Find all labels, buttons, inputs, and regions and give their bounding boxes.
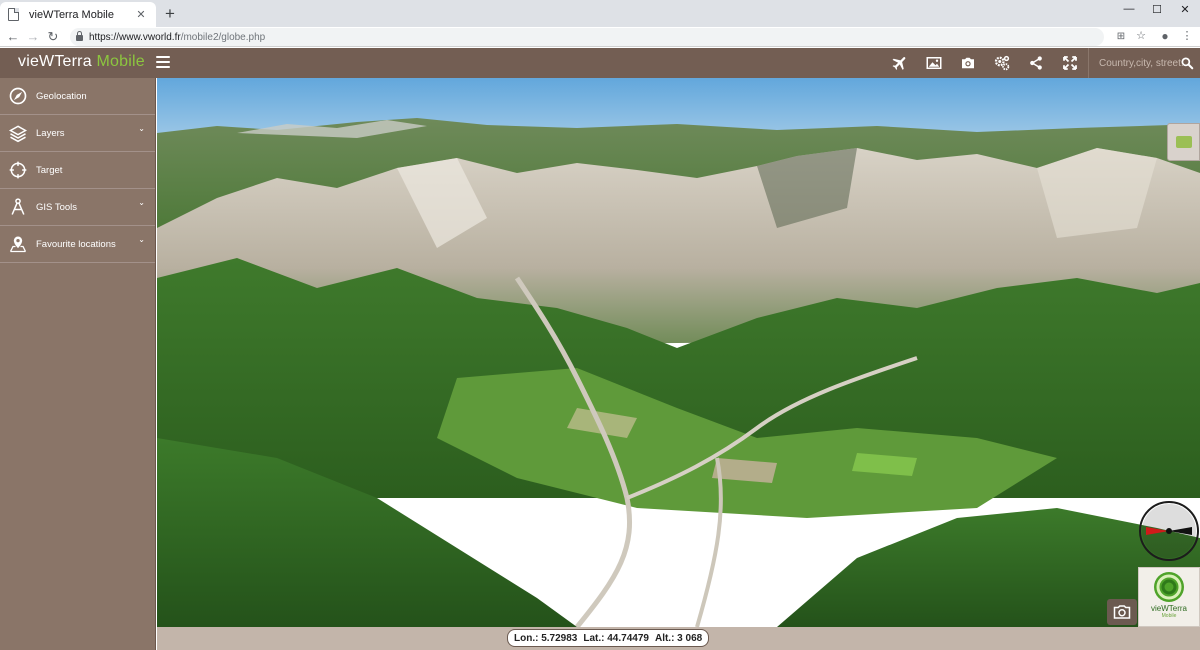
compass-rose-icon[interactable] [1138,500,1200,562]
sidebar-item-target[interactable]: Target [0,152,155,189]
settings-icon[interactable] [991,53,1013,73]
terrain-render[interactable] [157,78,1200,627]
url-host: https://www.vworld.fr [89,31,181,43]
browser-tab[interactable]: vieWTerra Mobile ✕ [0,2,156,27]
sidebar-item-label: GIS Tools [36,201,78,213]
sidebar-item-label: Target [36,164,63,176]
url-field[interactable]: https://www.vworld.fr /mobile2/globe.php [70,28,1104,46]
reload-icon[interactable]: ↻ [46,29,60,44]
logo-accent: Mobile [96,53,145,70]
bookmark-star-icon[interactable]: ☆ [1134,29,1148,44]
layers-icon [8,123,28,143]
profile-avatar-icon[interactable]: ● [1158,29,1172,44]
back-icon[interactable]: ← [6,29,20,44]
badge-title: vieWTerra [1150,604,1187,613]
location-search [1088,48,1200,78]
sidebar-item-gis-tools[interactable]: GIS Tools ⌄ [0,189,155,226]
compass-icon [8,86,28,106]
window-close-button[interactable]: ✕ [1178,3,1192,16]
search-icon[interactable] [1180,56,1194,70]
chevron-down-icon: ⌄ [138,198,145,207]
share-icon[interactable] [1025,53,1047,73]
longitude-value: Lon.: 5.72983 [514,632,578,644]
snapshot-camera-button[interactable] [1107,599,1137,625]
browser-menu-icon[interactable]: ⋮ [1180,29,1194,44]
location-search-input[interactable] [1099,57,1185,69]
app-header: vieWTerra Mobile [0,48,1200,78]
forward-icon[interactable]: → [26,29,40,44]
base-layer-thumbnail[interactable] [1167,123,1200,161]
sidebar: Geolocation Layers ⌄ Target GIS Tools ⌄ … [0,78,156,650]
hamburger-menu-icon[interactable] [156,56,170,68]
logo-main: vieWTerra [18,53,92,70]
layer-preview-icon [1175,136,1192,148]
sidebar-item-label: Layers [36,127,65,139]
badge-subtitle: Mobile [1161,613,1177,619]
camera-icon [1113,605,1131,619]
fullscreen-icon[interactable] [1059,53,1081,73]
lock-icon [76,31,83,41]
chevron-down-icon: ⌄ [138,235,145,244]
close-tab-icon[interactable]: ✕ [134,8,148,21]
target-icon [8,160,28,180]
page-favicon-icon [8,8,19,21]
sidebar-item-label: Favourite locations [36,238,116,250]
browser-address-bar: ← → ↻ https://www.vworld.fr /mobile2/glo… [0,27,1200,47]
minimize-button[interactable]: — [1122,3,1136,15]
tab-title: vieWTerra Mobile [29,8,114,21]
camera-icon[interactable] [957,53,979,73]
translate-icon[interactable]: ⊞ [1114,29,1128,44]
altitude-value: Alt.: 3 068 [654,632,703,644]
sidebar-item-layers[interactable]: Layers ⌄ [0,115,155,152]
chevron-down-icon: ⌄ [138,124,145,133]
globe-logo-icon [1154,572,1184,602]
image-icon[interactable] [923,53,945,73]
sidebar-item-label: Geolocation [36,90,87,102]
maximize-button[interactable]: ☐ [1150,3,1164,16]
map-pin-icon [8,234,28,254]
app-logo: vieWTerra Mobile [18,53,145,71]
sidebar-item-favourite-locations[interactable]: Favourite locations ⌄ [0,226,155,263]
url-path: /mobile2/globe.php [180,31,266,43]
coordinates-readout: Lon.: 5.72983 Lat.: 44.74479 Alt.: 3 068 [507,629,710,647]
viewterra-badge-logo[interactable]: vieWTerra Mobile [1138,567,1200,627]
sidebar-item-geolocation[interactable]: Geolocation [0,78,155,115]
globe-map-view[interactable] [157,78,1200,627]
new-tab-button[interactable]: + [162,5,178,22]
airplane-icon[interactable] [889,53,911,73]
gis-tools-icon [8,197,28,217]
browser-tabbar: vieWTerra Mobile ✕ + — ☐ ✕ [0,0,1200,27]
latitude-value: Lat.: 44.74479 [583,632,649,644]
